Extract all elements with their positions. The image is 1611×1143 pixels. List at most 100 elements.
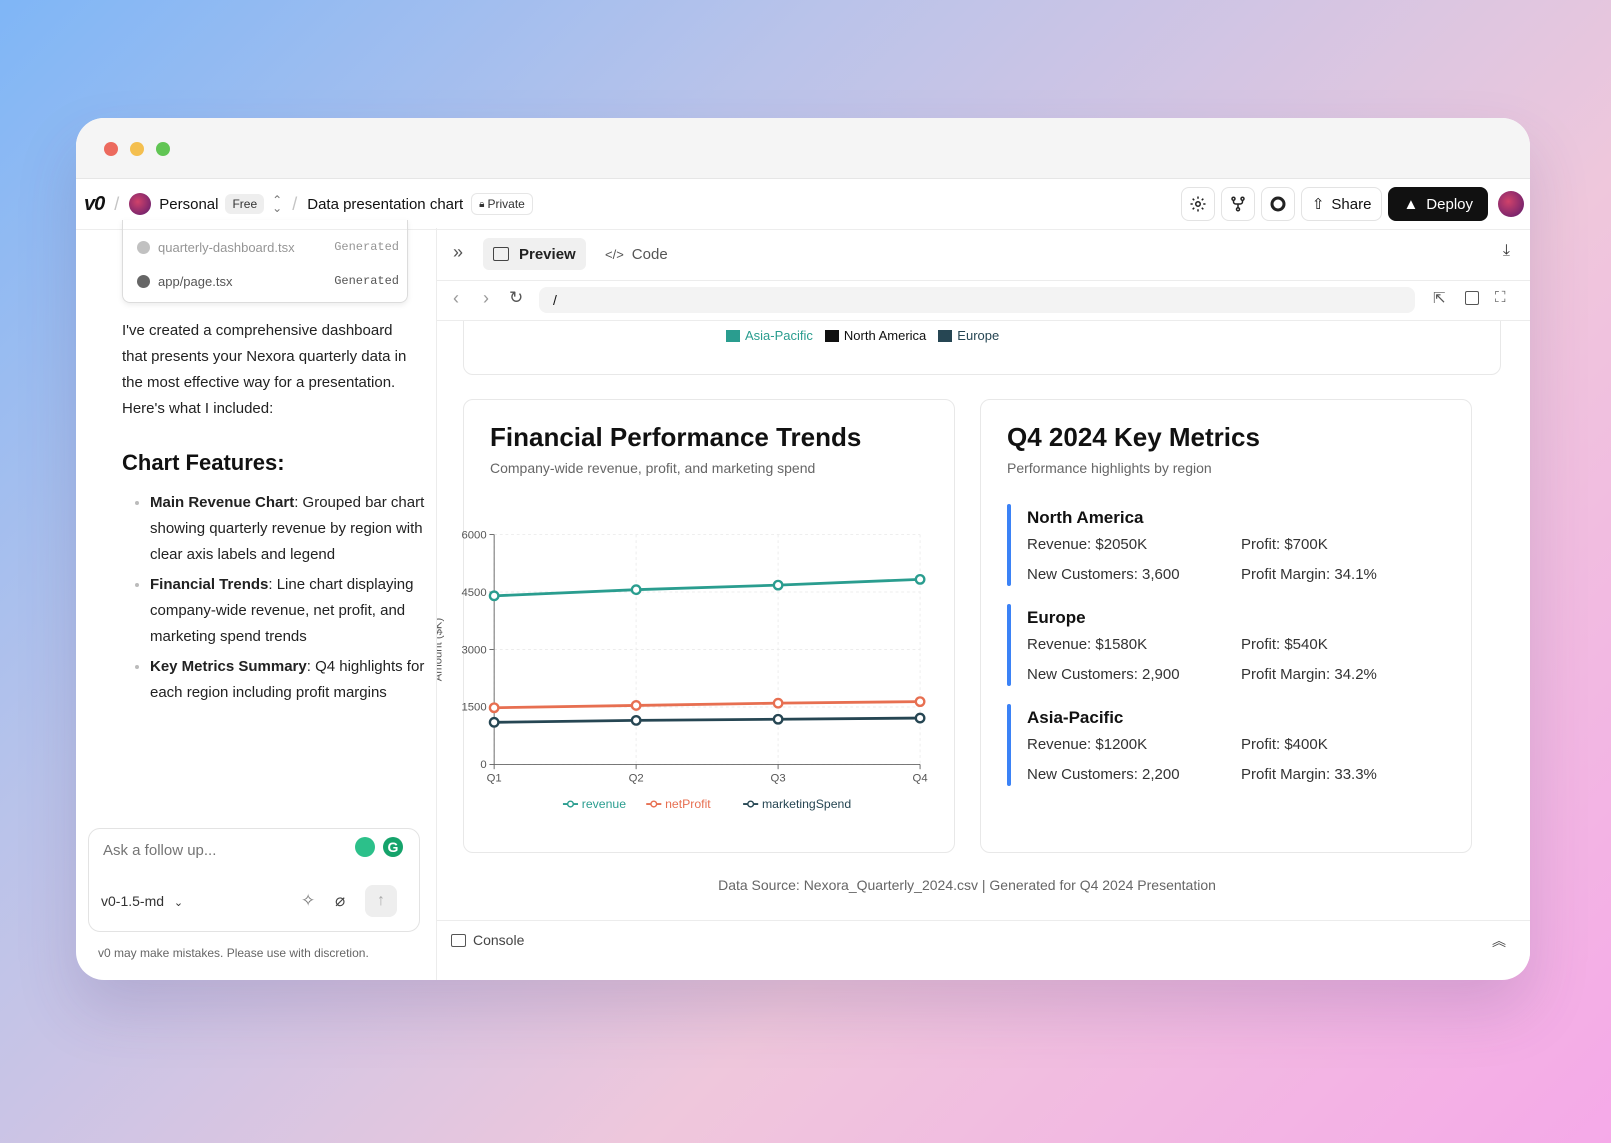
legend-label-netProfit: netProfit [665, 797, 711, 811]
plan-badge: Free [225, 194, 265, 214]
send-button[interactable]: ↑ [365, 885, 397, 917]
region-accent-bar [1007, 604, 1011, 686]
chevron-updown-icon[interactable]: ⌃ ⌄ [272, 194, 282, 214]
forward-icon[interactable]: › [483, 288, 489, 309]
file-name: quarterly-dashboard.tsx [158, 240, 295, 255]
region-profit: Profit: $700K [1241, 536, 1328, 553]
files-card: quarterly-dashboard.tsx Generated app/pa… [122, 220, 408, 303]
grammarly-icon[interactable]: G [383, 837, 403, 857]
deploy-button[interactable]: ▲ Deploy [1388, 187, 1488, 221]
git-branch-icon[interactable] [1220, 187, 1255, 221]
sparkle-icon[interactable]: ✧ [301, 891, 315, 911]
region-metrics-europe: Europe Revenue: $1580K Profit: $540K New… [1007, 604, 1451, 686]
top-legend: Asia-Pacific North America Europe [726, 328, 999, 343]
data-point-revenue [772, 579, 784, 591]
breadcrumb-separator: / [292, 193, 298, 214]
model-selector[interactable]: v0-1.5-md ⌄ [101, 893, 183, 909]
metrics-title: Q4 2024 Key Metrics [1007, 422, 1260, 452]
file-row[interactable]: app/page.tsx Generated [137, 274, 399, 289]
data-point-netProfit [772, 697, 784, 709]
legend-label: North America [843, 328, 927, 343]
data-point-netProfit [630, 700, 642, 711]
minimize-window-button[interactable] [130, 142, 144, 156]
v0-logo[interactable]: v0 [84, 193, 105, 216]
chat-input-box: G v0-1.5-md ⌄ ✧ ⌀ ↑ [88, 828, 420, 932]
preview-panel: » Preview </> Code ⤓ ‹ › ↻ / ⇱ ⛶ Asia-Pa… [436, 228, 1530, 980]
trends-subtitle: Company-wide revenue, profit, and market… [490, 460, 816, 476]
data-point-revenue [488, 590, 500, 602]
file-row[interactable]: quarterly-dashboard.tsx Generated [137, 240, 399, 255]
data-point-revenue [630, 584, 642, 596]
maximize-window-button[interactable] [156, 142, 170, 156]
series-line-revenue [494, 577, 921, 598]
data-point-marketingSpend [630, 714, 642, 726]
region-margin: Profit Margin: 34.2% [1241, 666, 1377, 683]
region-name: Asia-Pacific [1027, 708, 1124, 727]
trends-title: Financial Performance Trends [490, 422, 862, 452]
data-point-netProfit [488, 702, 500, 714]
x-tick-label: Q1 [487, 772, 502, 784]
preview-tabs: » Preview </> Code ⤓ [437, 228, 1530, 281]
terminal-icon [451, 934, 466, 947]
chevron-up-double-icon[interactable]: ︽ [1492, 931, 1506, 951]
legend-label-revenue: revenue [582, 797, 626, 811]
legend-label-marketingSpend: marketingSpend [762, 797, 851, 811]
close-window-button[interactable] [104, 142, 118, 156]
x-tick-label: Q3 [771, 772, 786, 784]
workspace-name[interactable]: Personal [159, 196, 218, 213]
region-margin: Profit Margin: 34.1% [1241, 566, 1377, 583]
region-customers: New Customers: 2,900 [1027, 666, 1180, 683]
collapse-sidebar-icon[interactable]: » [453, 242, 463, 263]
region-accent-bar [1007, 504, 1011, 586]
followup-input[interactable] [101, 841, 335, 860]
visibility-badge[interactable]: 🔒︎ Private [471, 193, 533, 215]
file-name: app/page.tsx [158, 274, 233, 289]
share-label: Share [1331, 195, 1372, 213]
metrics-subtitle: Performance highlights by region [1007, 460, 1212, 476]
legend-swatch [726, 329, 740, 342]
check-circle-icon [137, 275, 150, 288]
window-icon [493, 247, 509, 261]
trend-line-chart: 0 1500 3000 4500 6000 Q1 Q2 Q3 Q4 Amount ($K) reve… [437, 529, 928, 811]
refresh-icon[interactable]: ↻ [509, 288, 523, 308]
console-bar[interactable]: Console ︽ [437, 920, 1530, 961]
lock-icon: 🔒︎ [479, 198, 485, 210]
github-icon[interactable] [1260, 187, 1295, 221]
copy-icon[interactable] [1465, 291, 1479, 305]
select-element-icon[interactable]: ⇱ [1433, 289, 1446, 307]
region-name: North America [1027, 508, 1144, 527]
region-revenue: Revenue: $2050K [1027, 536, 1148, 553]
legend-item: Asia-Pacific [726, 328, 813, 343]
gear-icon[interactable] [1180, 187, 1215, 221]
y-tick-label: 4500 [461, 587, 486, 599]
fullscreen-icon[interactable]: ⛶ [1495, 289, 1506, 306]
chat-heading: Chart Features: [122, 450, 285, 475]
legend-label: Asia-Pacific [745, 328, 813, 343]
tab-code-label: Code [631, 245, 668, 263]
user-avatar[interactable] [1498, 191, 1524, 217]
tab-preview[interactable]: Preview [483, 238, 586, 270]
triangle-icon: ▲ [1403, 195, 1419, 213]
legend-label: Europe [957, 328, 1000, 343]
y-axis-label: Amount ($K) [437, 618, 444, 682]
project-name[interactable]: Data presentation chart [307, 196, 463, 213]
code-icon: </> [605, 246, 624, 262]
list-item: Key Metrics Summary: Q4 highlights for e… [150, 654, 450, 706]
window-titlebar [76, 118, 1530, 179]
tab-code[interactable]: </> Code [599, 238, 674, 270]
data-source-footer: Data Source: Nexora_Quarterly_2024.csv |… [718, 877, 1216, 893]
avatar[interactable] [129, 193, 152, 215]
legend-item: North America [824, 328, 927, 343]
download-icon[interactable]: ⤓ [1503, 242, 1510, 260]
region-customers: New Customers: 3,600 [1027, 566, 1180, 583]
revenue-chart-card: Asia-Pacific North America Europe [463, 321, 1501, 375]
paperclip-icon[interactable]: ⌀ [335, 891, 345, 911]
url-input[interactable]: / [539, 287, 1415, 313]
lightbulb-icon[interactable] [355, 837, 375, 857]
deploy-label: Deploy [1426, 195, 1473, 213]
data-point-marketingSpend [914, 712, 926, 724]
bullet-bold: Main Revenue Chart [150, 494, 295, 511]
back-icon[interactable]: ‹ [453, 288, 459, 309]
share-button[interactable]: ⇧ Share [1300, 187, 1383, 221]
data-point-marketingSpend [772, 713, 784, 725]
